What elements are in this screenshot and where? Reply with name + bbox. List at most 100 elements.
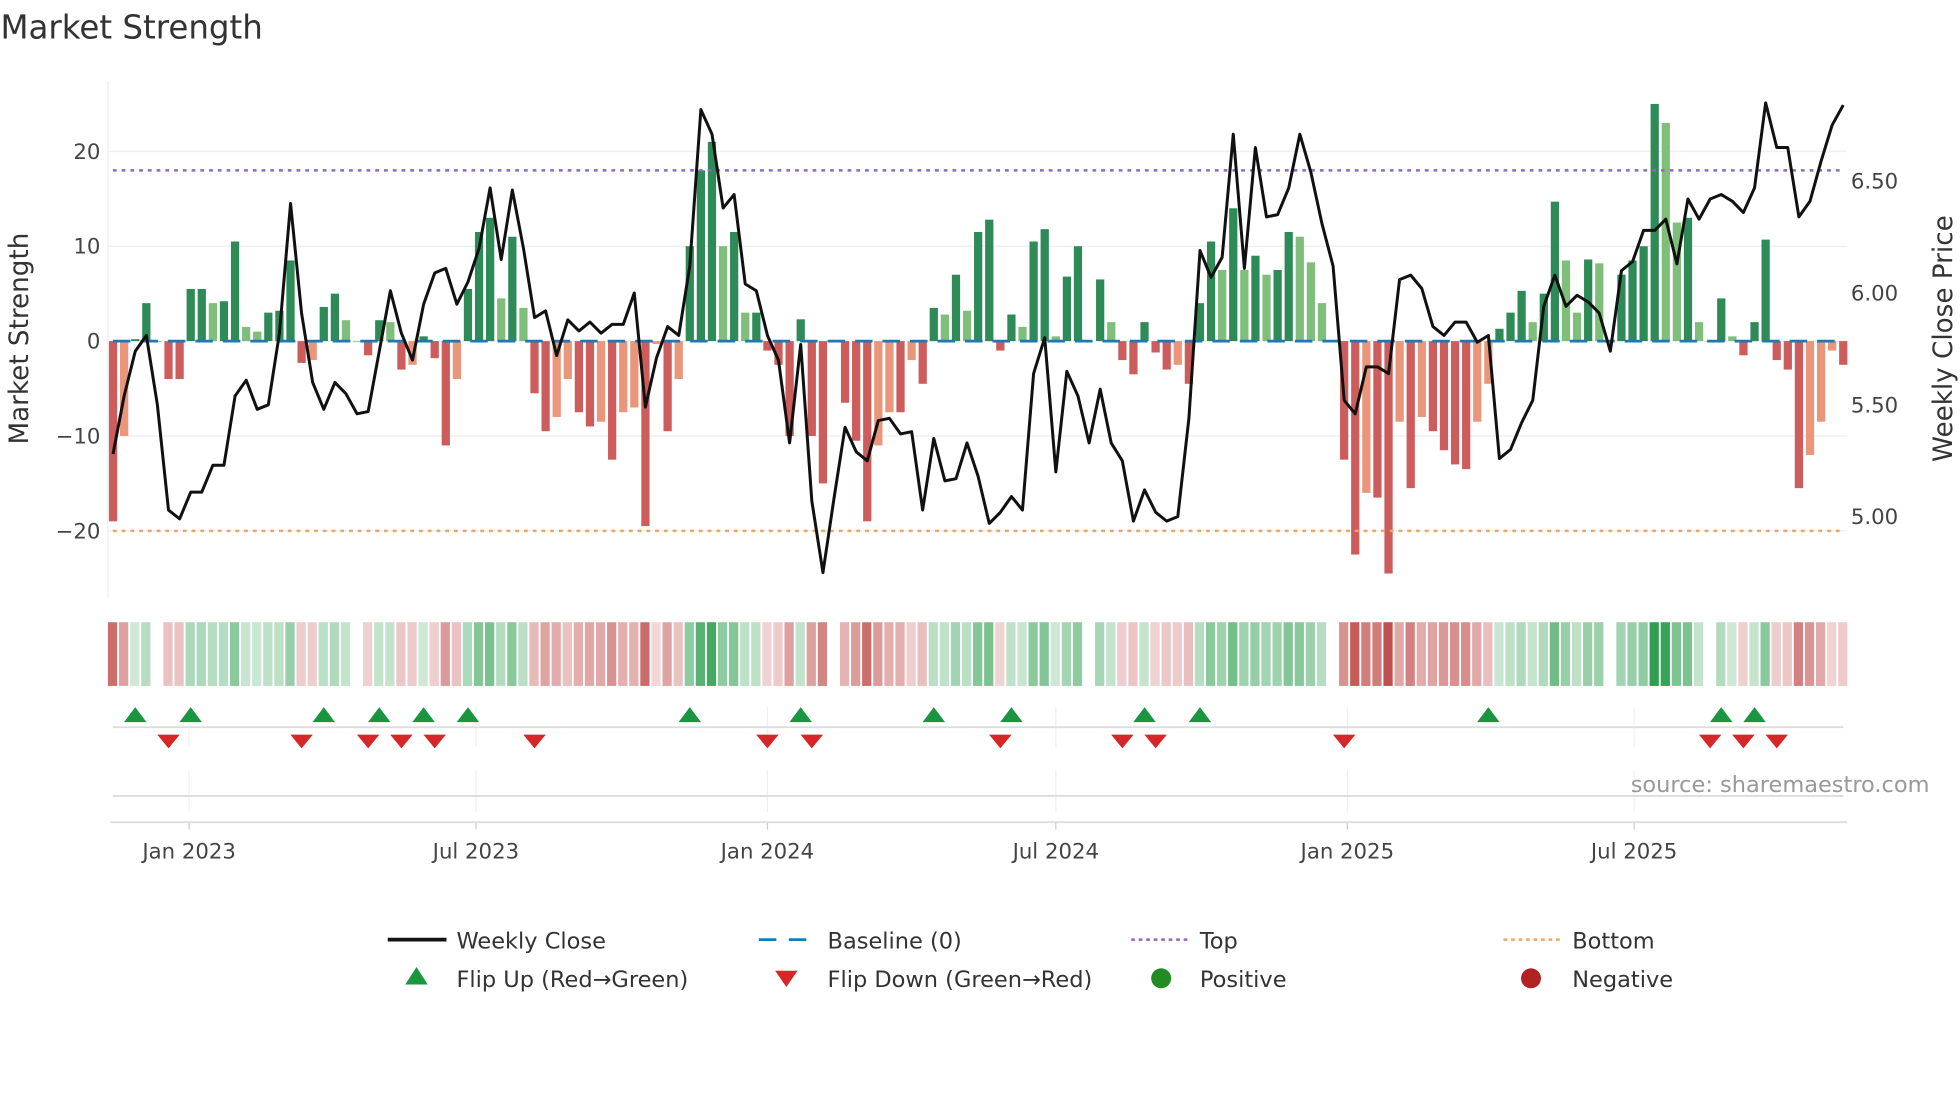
heat-cell: [1117, 622, 1127, 686]
strength-bar: [1284, 232, 1293, 342]
heat-cell: [873, 622, 883, 686]
chart-title: Market Strength: [0, 9, 262, 47]
strength-bar: [1273, 269, 1282, 342]
strength-bar: [175, 341, 184, 380]
strength-bar: [197, 288, 206, 342]
heat-cell: [984, 622, 994, 686]
heat-cell: [1383, 622, 1393, 686]
strength-bar: [1218, 269, 1227, 342]
heat-cell: [1627, 622, 1637, 686]
heat-cell: [429, 622, 439, 686]
source-note: source: sharemaestro.com: [1631, 772, 1930, 798]
heat-cell: [1505, 622, 1515, 686]
heat-cell: [817, 622, 828, 686]
x-tick-label: Jul 2023: [431, 839, 519, 864]
heat-cell: [1560, 622, 1571, 686]
legend-label: Top: [1199, 928, 1238, 954]
heat-cell: [884, 622, 894, 686]
strength-bar: [574, 341, 584, 413]
heat-cell: [950, 622, 961, 686]
heat-cell: [318, 622, 328, 686]
strength-bar: [441, 341, 450, 446]
strength-bar: [974, 232, 983, 342]
heat-cell: [806, 622, 816, 686]
strength-bar: [1062, 276, 1072, 342]
strength-bar: [1173, 341, 1182, 365]
heat-cell: [673, 622, 683, 686]
flip-down-marker: [523, 734, 546, 749]
heat-cell: [1106, 622, 1116, 686]
strength-bar: [907, 341, 916, 361]
flip-down-marker: [1332, 734, 1356, 749]
heat-cell: [1194, 622, 1205, 686]
heat-cell: [906, 622, 916, 686]
strength-bar: [1395, 341, 1404, 422]
strength-bar: [1406, 341, 1415, 489]
strength-heat-strip: [107, 622, 1848, 686]
heat-cell: [1682, 622, 1693, 686]
heat-cell: [939, 622, 950, 686]
strength-bar: [1040, 229, 1049, 342]
heat-cell: [1339, 622, 1349, 686]
strength-bar: [1384, 341, 1393, 574]
strength-bar: [1528, 322, 1537, 342]
strength-bar: [297, 341, 306, 363]
heat-cell: [684, 622, 694, 686]
flip-up-marker: [412, 707, 435, 723]
strength-bar: [208, 303, 217, 342]
strength-bar: [674, 341, 683, 380]
flip-down-marker: [989, 734, 1012, 749]
strength-bar: [1018, 326, 1027, 342]
market-strength-chart: Market Strength 20 10 0 −10 −20 6.50 6.00 5.50 5…: [0, 9, 1959, 993]
heat-cell: [141, 622, 151, 686]
heat-cell: [1261, 622, 1271, 686]
strength-bar: [1639, 246, 1648, 342]
heat-cell: [1571, 622, 1582, 686]
heat-cell: [1294, 622, 1304, 686]
strength-bar: [242, 326, 251, 342]
strength-bar: [1595, 263, 1604, 342]
strength-bar: [940, 314, 950, 342]
heat-cell: [1616, 622, 1626, 686]
heat-cell: [1838, 622, 1848, 686]
strength-bar: [730, 232, 739, 342]
heat-cell: [773, 622, 783, 686]
heat-cell: [1461, 622, 1471, 686]
heat-cell: [1649, 622, 1659, 686]
heat-cell: [1239, 622, 1249, 686]
heat-cell: [1516, 622, 1526, 686]
strength-bar: [463, 288, 473, 342]
heat-cell: [784, 622, 794, 686]
heat-cell: [917, 622, 927, 686]
heat-cell: [651, 622, 661, 686]
strength-bar: [807, 341, 816, 436]
heat-cell: [462, 622, 473, 686]
heat-cell: [1660, 622, 1670, 686]
strength-bar: [341, 320, 351, 342]
heat-cell: [496, 622, 506, 686]
strength-bar: [1140, 322, 1149, 342]
heat-cell: [618, 622, 628, 686]
strength-bar: [752, 312, 761, 342]
heat-cell: [1793, 622, 1804, 686]
heat-cell: [1494, 622, 1504, 686]
heat-cell: [1250, 622, 1260, 686]
heat-cell: [1716, 622, 1726, 686]
strength-bar: [1783, 341, 1792, 370]
flip-down-marker: [1765, 734, 1788, 749]
heat-cell: [1405, 622, 1415, 686]
y-tick-label: 0: [87, 330, 101, 355]
heat-cell: [1727, 622, 1737, 686]
heat-cell: [485, 622, 495, 686]
strength-bar: [452, 341, 462, 380]
strength-bar: [1628, 260, 1637, 342]
heat-cell: [1815, 622, 1826, 686]
strength-bar: [1362, 341, 1371, 493]
strength-bar: [1306, 262, 1316, 342]
heat-cell: [795, 622, 805, 686]
flip-up-marker: [312, 707, 336, 723]
legend-flip-up-icon: [405, 967, 428, 985]
heat-cell: [1705, 622, 1715, 686]
heat-cell: [1161, 622, 1171, 686]
flip-markers-panel: [112, 707, 1844, 797]
